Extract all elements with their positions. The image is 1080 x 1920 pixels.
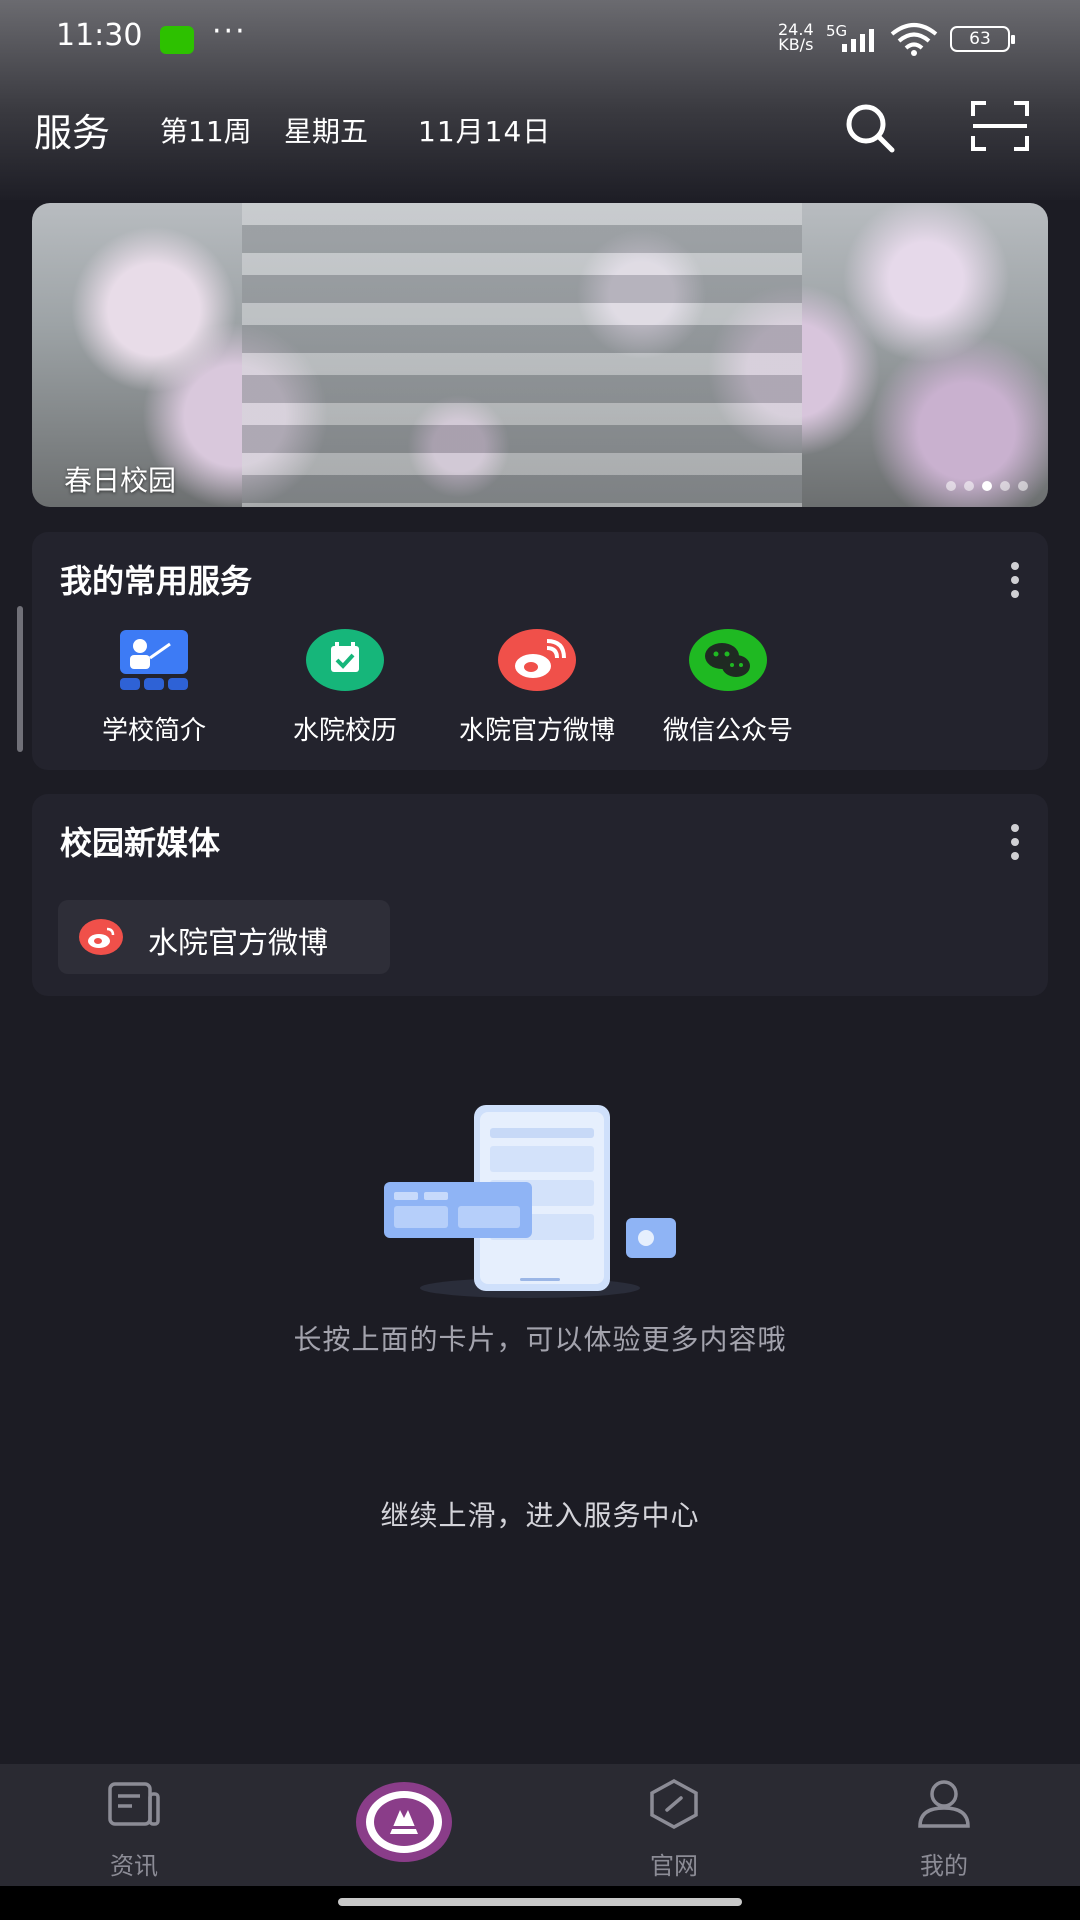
- weekday: 星期五: [284, 115, 369, 148]
- university-logo-icon[interactable]: [356, 1782, 452, 1862]
- service-label: 水院校历: [292, 716, 397, 746]
- nav-label: 资讯: [110, 1852, 158, 1880]
- carousel-dot: [964, 481, 974, 491]
- more-notifications-icon: ···: [212, 14, 247, 49]
- weibo-icon: [498, 629, 576, 691]
- week-number: 第11周: [160, 115, 252, 148]
- swipe-up-hint: 继续上滑，进入服务中心: [380, 1499, 700, 1532]
- service-label: 水院官方微博: [458, 716, 615, 746]
- compass-icon: [650, 1779, 698, 1829]
- scan-icon[interactable]: [970, 100, 1030, 152]
- service-label: 学校简介: [101, 716, 206, 746]
- carousel-indicator: [946, 481, 1028, 491]
- banner-image: [242, 203, 802, 507]
- news-icon: [108, 1782, 160, 1826]
- service-school-intro[interactable]: 学校简介: [64, 628, 244, 747]
- carousel-dot: [1000, 481, 1010, 491]
- status-bar: 11:30 ··· 24.4 KB/s 5G 63: [0, 0, 1080, 80]
- banner-caption: 春日校园: [64, 464, 177, 497]
- gesture-bar-area: [0, 1886, 1080, 1920]
- card-title: 我的常用服务: [60, 562, 253, 600]
- common-services-card[interactable]: 我的常用服务 学校简介 水院校历 水院官方微博 微信公众号: [32, 532, 1048, 770]
- signal-icon: [842, 29, 874, 52]
- new-media-weibo-chip[interactable]: 水院官方微博: [58, 900, 390, 974]
- card-title: 校园新媒体: [60, 824, 221, 862]
- chip-label: 水院官方微博: [148, 926, 328, 961]
- carousel-dot: [946, 481, 956, 491]
- bottom-navigation: 资讯 官网 我的: [0, 1764, 1080, 1886]
- phone-cards-illustration: [384, 1105, 676, 1298]
- service-wechat[interactable]: 微信公众号: [638, 628, 818, 747]
- logo-emblem: [358, 1784, 450, 1860]
- nav-label: 我的: [920, 1852, 968, 1880]
- page-title: 服务: [34, 111, 111, 155]
- nav-label: 官网: [650, 1852, 698, 1880]
- nav-item-news[interactable]: 资讯: [64, 1778, 204, 1881]
- carousel-dot: [1018, 481, 1028, 491]
- scroll-indicator: [17, 606, 23, 752]
- weibo-icon: [79, 919, 123, 955]
- status-time: 11:30: [56, 18, 143, 53]
- carousel-dot-active: [982, 481, 992, 491]
- service-weibo[interactable]: 水院官方微博: [447, 628, 627, 747]
- more-options-icon[interactable]: [1010, 562, 1020, 598]
- search-icon[interactable]: [842, 100, 898, 156]
- more-options-icon[interactable]: [1010, 824, 1020, 860]
- service-label: 微信公众号: [662, 716, 793, 746]
- long-press-hint: 长按上面的卡片，可以体验更多内容哦: [293, 1323, 787, 1356]
- nav-item-official-site[interactable]: 官网: [604, 1778, 744, 1881]
- wechat-icon: [689, 629, 767, 691]
- wifi-icon: [890, 23, 938, 56]
- new-media-card[interactable]: 校园新媒体 水院官方微博: [32, 794, 1048, 996]
- banner-carousel[interactable]: 春日校园: [32, 203, 1048, 507]
- page-header: 服务 第11周 星期五 11月14日: [0, 90, 1080, 160]
- person-icon: [918, 1780, 970, 1828]
- nav-item-profile[interactable]: 我的: [874, 1778, 1014, 1881]
- calendar-icon: [306, 629, 384, 691]
- wechat-notification-icon: [160, 26, 194, 54]
- network-speed-unit: KB/s: [778, 35, 814, 54]
- current-date: 11月14日: [418, 115, 552, 148]
- network-speed: 24.4 KB/s: [778, 22, 814, 54]
- home-gesture-bar[interactable]: [338, 1898, 742, 1906]
- battery-indicator: 63: [950, 26, 1015, 52]
- school-intro-icon: [120, 630, 188, 690]
- service-calendar[interactable]: 水院校历: [255, 628, 435, 747]
